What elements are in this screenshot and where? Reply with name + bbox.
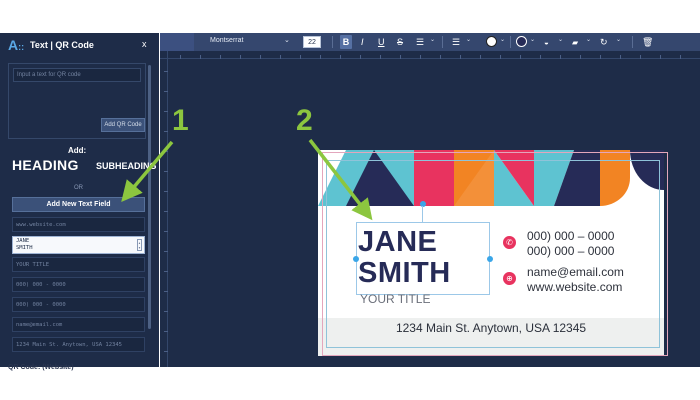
annotation-step-1: 1 bbox=[172, 104, 189, 137]
arrow-to-card-name bbox=[308, 138, 373, 221]
annotation-step-2: 2 bbox=[296, 104, 313, 137]
annotation-arrows bbox=[121, 138, 373, 221]
page-bottom: QR Code: (Website) bbox=[0, 364, 700, 400]
qr-code-website-label: QR Code: (Website) bbox=[8, 364, 74, 371]
arrow-to-name-field bbox=[121, 140, 174, 203]
